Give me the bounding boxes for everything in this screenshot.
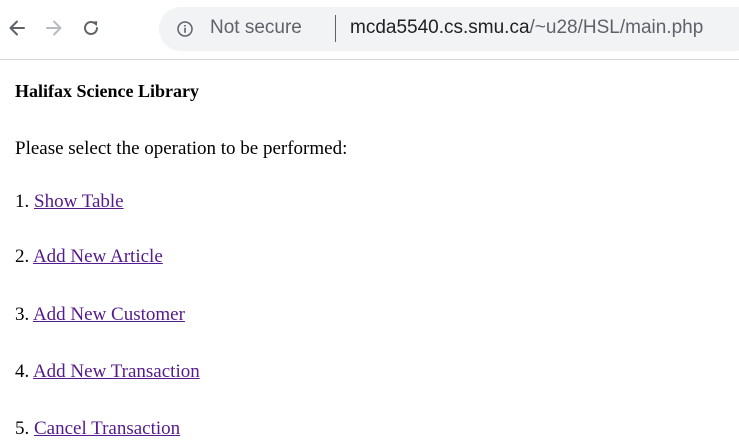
menu-item-add-transaction: 4. Add New Transaction (15, 360, 200, 384)
menu-item-cancel-transaction: 5. Cancel Transaction (15, 417, 180, 441)
menu-item-number: 2. (15, 246, 30, 267)
back-button[interactable] (3, 14, 31, 42)
reload-button[interactable] (77, 14, 105, 42)
info-icon[interactable] (177, 21, 193, 37)
add-new-customer-link[interactable]: Add New Customer (33, 304, 185, 325)
menu-item-number: 1. (15, 191, 30, 212)
menu-item-add-customer: 3. Add New Customer (15, 303, 185, 327)
page-prompt: Please select the operation to be perfor… (15, 138, 348, 159)
add-new-transaction-link[interactable]: Add New Transaction (33, 361, 200, 382)
cancel-transaction-link[interactable]: Cancel Transaction (34, 418, 180, 439)
menu-item-add-article: 2. Add New Article (15, 245, 163, 269)
url-text[interactable]: mcda5540.cs.smu.ca/~u28/HSL/main.php (350, 16, 703, 40)
show-table-link[interactable]: Show Table (34, 191, 124, 212)
menu-item-number: 5. (15, 418, 30, 439)
url-path: /~u28/HSL/main.php (529, 17, 704, 38)
url-host: mcda5540.cs.smu.ca (350, 17, 530, 38)
browser-toolbar: Not secure mcda5540.cs.smu.ca/~u28/HSL/m… (0, 0, 739, 60)
reload-icon (84, 21, 98, 35)
menu-item-show-table: 1. Show Table (15, 190, 124, 214)
menu-item-number: 4. (15, 361, 30, 382)
address-separator (335, 15, 336, 42)
add-new-article-link[interactable]: Add New Article (33, 246, 163, 267)
page-title: Halifax Science Library (15, 81, 199, 101)
forward-button[interactable] (40, 14, 68, 42)
security-status-label[interactable]: Not secure (210, 16, 302, 40)
back-arrow-icon (9, 20, 25, 36)
forward-arrow-icon (46, 20, 62, 36)
menu-item-number: 3. (15, 304, 30, 325)
